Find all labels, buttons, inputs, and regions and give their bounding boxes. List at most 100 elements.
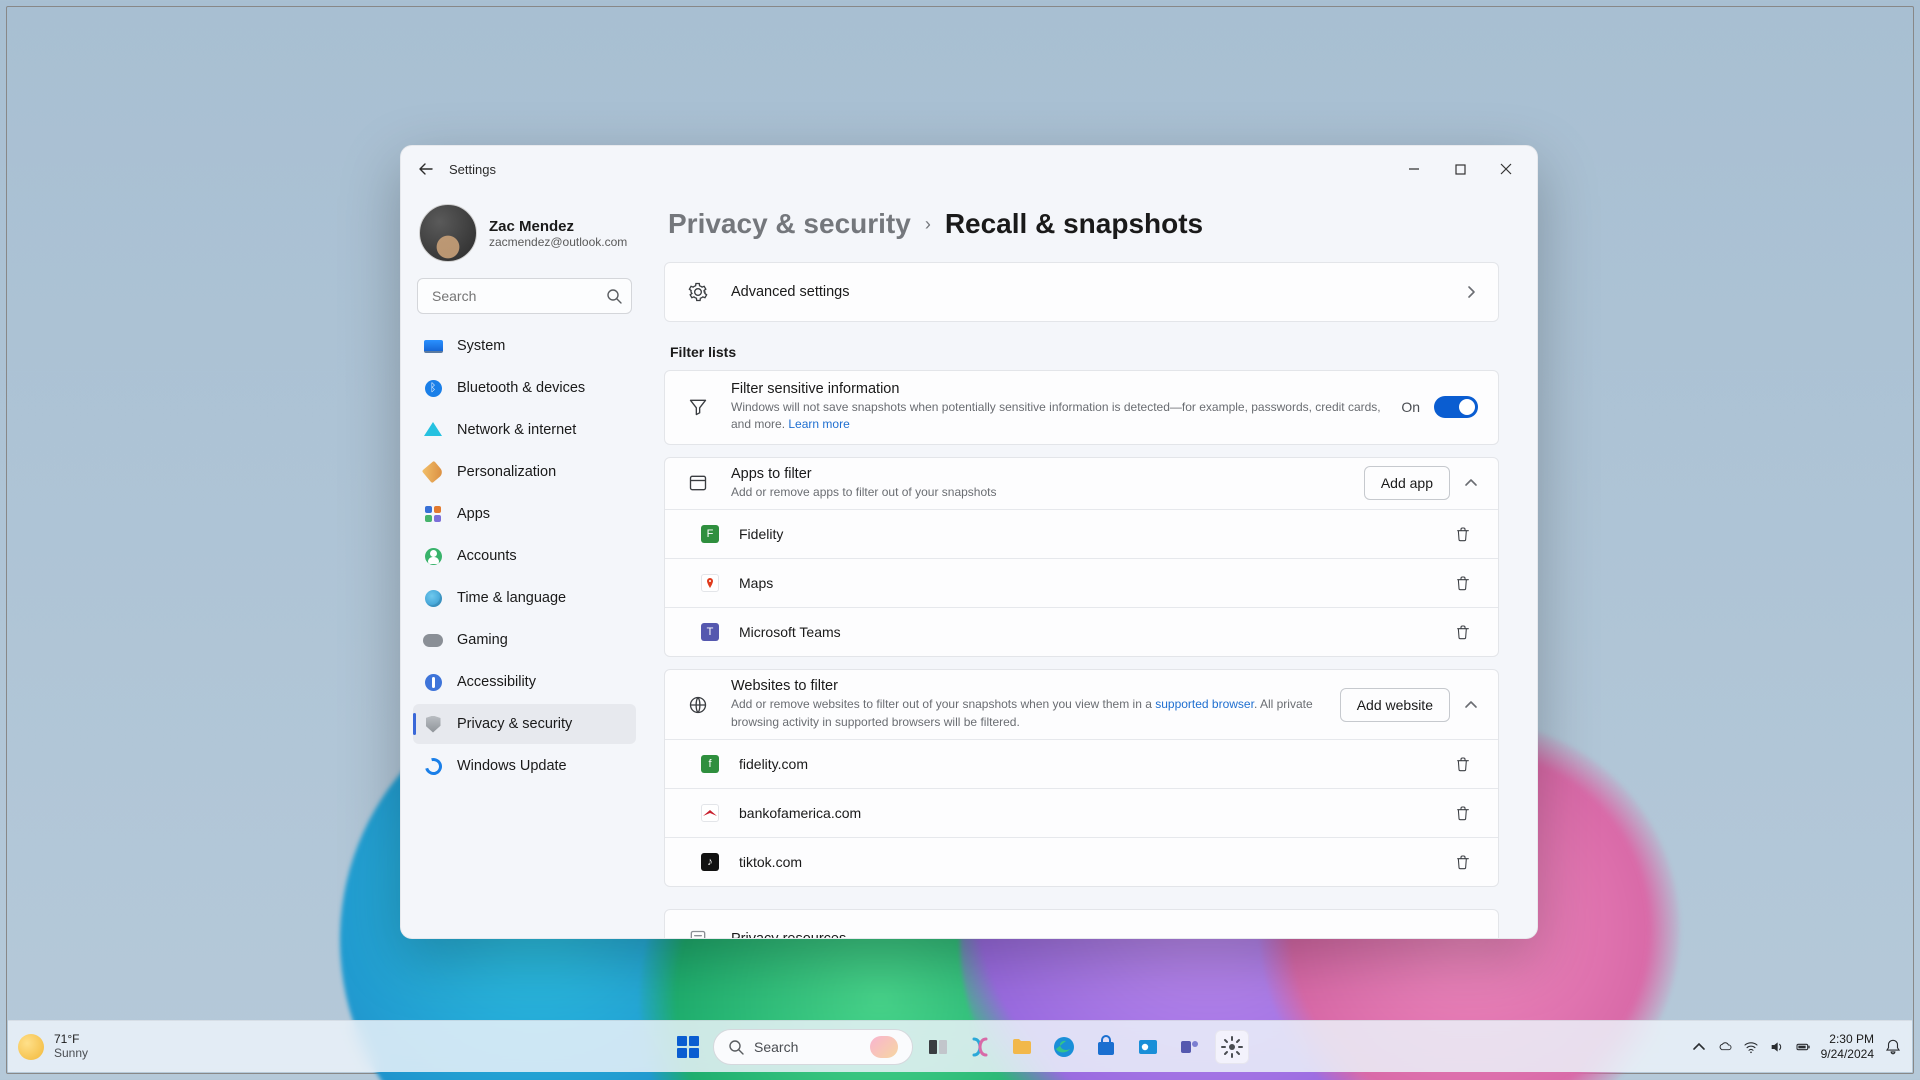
sidebar-item-system[interactable]: System (413, 326, 636, 366)
taskbar-search-placeholder: Search (754, 1039, 798, 1055)
taskbar-weather[interactable]: 71°F Sunny (18, 1033, 88, 1061)
delete-app-button[interactable] (1448, 568, 1478, 598)
breadcrumb-parent[interactable]: Privacy & security (668, 208, 911, 240)
delete-site-button[interactable] (1448, 749, 1478, 779)
add-website-button[interactable]: Add website (1340, 688, 1450, 722)
sidebar-item-time-language[interactable]: Time & language (413, 578, 636, 618)
delete-app-button[interactable] (1448, 519, 1478, 549)
websites-filter-header[interactable]: Websites to filter Add or remove website… (665, 670, 1498, 739)
shield-icon (426, 716, 441, 733)
sidebar-search[interactable] (417, 278, 632, 314)
weather-temp: 71°F (54, 1033, 88, 1047)
outlook-button[interactable] (1131, 1030, 1165, 1064)
site-name: fidelity.com (739, 756, 808, 772)
gamepad-icon (423, 634, 443, 647)
site-icon (701, 804, 719, 822)
privacy-resources-card[interactable]: Privacy resources (664, 909, 1499, 938)
back-button[interactable] (409, 152, 443, 186)
sidebar: Zac Mendez zacmendez@outlook.com System … (401, 192, 646, 938)
settings-taskbar-button[interactable] (1215, 1030, 1249, 1064)
sidebar-item-label: System (457, 338, 505, 354)
window-minimize-button[interactable] (1391, 152, 1437, 186)
avatar (419, 204, 477, 262)
search-icon (606, 288, 622, 304)
gear-icon (685, 282, 711, 302)
app-row-fidelity: F Fidelity (665, 510, 1498, 558)
filter-sensitive-card: Filter sensitive information Windows wil… (664, 370, 1499, 445)
task-view-button[interactable] (921, 1030, 955, 1064)
notifications-button[interactable] (1884, 1038, 1902, 1056)
taskbar-center: Search (671, 1029, 1249, 1065)
advanced-settings-card[interactable]: Advanced settings (664, 262, 1499, 322)
onedrive-icon (1717, 1039, 1733, 1055)
edge-button[interactable] (1047, 1030, 1081, 1064)
taskbar-right: 2:30 PM 9/24/2024 (1691, 1032, 1902, 1061)
delete-site-button[interactable] (1448, 798, 1478, 828)
system-tray[interactable] (1691, 1039, 1811, 1055)
file-explorer-button[interactable] (1005, 1030, 1039, 1064)
sidebar-item-label: Time & language (457, 590, 566, 606)
add-app-button[interactable]: Add app (1364, 466, 1450, 500)
page-title: Recall & snapshots (945, 208, 1203, 240)
sidebar-item-personalization[interactable]: Personalization (413, 452, 636, 492)
store-icon (1094, 1035, 1118, 1059)
sidebar-item-label: Privacy & security (457, 716, 572, 732)
sidebar-item-accessibility[interactable]: Accessibility (413, 662, 636, 702)
delete-site-button[interactable] (1448, 847, 1478, 877)
battery-icon (1795, 1039, 1811, 1055)
app-name: Maps (739, 575, 773, 591)
volume-icon (1769, 1039, 1785, 1055)
wifi-icon (1743, 1039, 1759, 1055)
store-button[interactable] (1089, 1030, 1123, 1064)
sidebar-item-network[interactable]: Network & internet (413, 410, 636, 450)
copilot-button[interactable] (963, 1030, 997, 1064)
filter-icon (685, 397, 711, 417)
profile-name: Zac Mendez (489, 218, 627, 235)
app-icon (701, 574, 719, 592)
sidebar-item-apps[interactable]: Apps (413, 494, 636, 534)
sidebar-item-label: Windows Update (457, 758, 567, 774)
window-close-button[interactable] (1483, 152, 1529, 186)
sun-icon (18, 1034, 44, 1060)
filter-sensitive-desc: Windows will not save snapshots when pot… (731, 399, 1381, 434)
taskbar-search[interactable]: Search (713, 1029, 913, 1065)
privacy-resources-title: Privacy resources (731, 931, 1478, 938)
update-icon (421, 754, 444, 777)
teams-icon (1178, 1035, 1202, 1059)
weather-cond: Sunny (54, 1047, 88, 1061)
filter-sensitive-toggle[interactable] (1434, 396, 1478, 418)
site-icon: f (701, 755, 719, 773)
learn-more-link[interactable]: Learn more (788, 417, 849, 431)
trash-icon (1455, 526, 1471, 542)
settings-window: Settings Zac Mendez zacmendez@outlook.co… (400, 145, 1538, 939)
content-area: Privacy & security › Recall & snapshots … (646, 192, 1537, 938)
resources-icon (685, 929, 711, 938)
teams-button[interactable] (1173, 1030, 1207, 1064)
apps-filter-header[interactable]: Apps to filter Add or remove apps to fil… (665, 458, 1498, 509)
minimize-icon (1408, 163, 1420, 175)
site-name: bankofamerica.com (739, 805, 861, 821)
person-icon (425, 548, 442, 565)
titlebar: Settings (401, 146, 1537, 192)
profile-block[interactable]: Zac Mendez zacmendez@outlook.com (413, 200, 636, 278)
monitor-icon (424, 340, 443, 353)
site-icon: ♪ (701, 853, 719, 871)
apps-grid-icon (425, 506, 441, 522)
taskbar-clock[interactable]: 2:30 PM 9/24/2024 (1821, 1032, 1874, 1061)
sidebar-item-windows-update[interactable]: Windows Update (413, 746, 636, 786)
search-icon (728, 1039, 744, 1055)
sidebar-item-bluetooth[interactable]: ᛒBluetooth & devices (413, 368, 636, 408)
app-icon: T (701, 623, 719, 641)
sidebar-item-label: Bluetooth & devices (457, 380, 585, 396)
sidebar-item-accounts[interactable]: Accounts (413, 536, 636, 576)
apps-filter-card: Apps to filter Add or remove apps to fil… (664, 457, 1499, 657)
chevron-up-icon (1464, 698, 1478, 712)
sidebar-item-gaming[interactable]: Gaming (413, 620, 636, 660)
start-button[interactable] (671, 1030, 705, 1064)
supported-browser-link[interactable]: supported browser (1155, 697, 1254, 711)
trash-icon (1455, 805, 1471, 821)
search-input[interactable] (417, 278, 632, 314)
window-maximize-button[interactable] (1437, 152, 1483, 186)
delete-app-button[interactable] (1448, 617, 1478, 647)
sidebar-item-privacy[interactable]: Privacy & security (413, 704, 636, 744)
